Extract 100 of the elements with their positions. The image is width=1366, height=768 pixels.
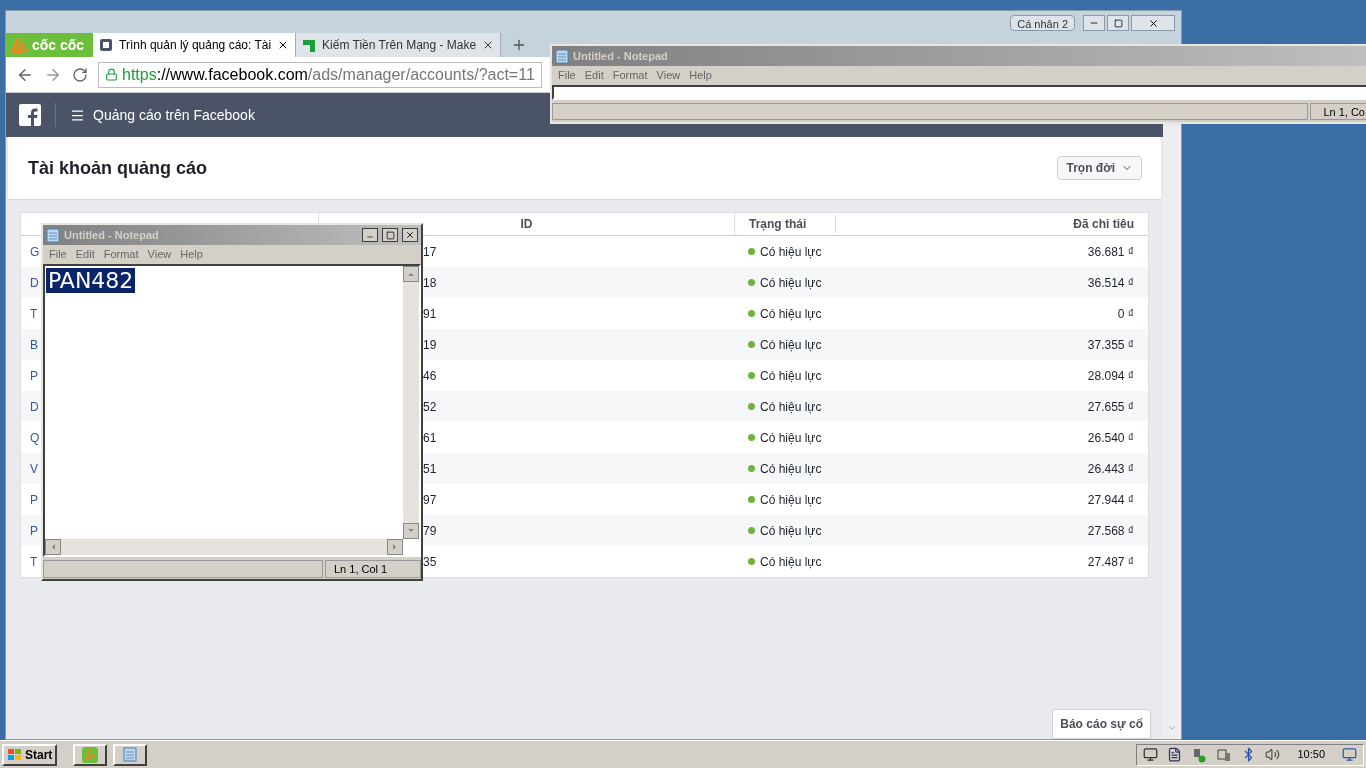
- table-cell: 97: [423, 492, 437, 507]
- column-header[interactable]: Trạng thái: [735, 215, 836, 233]
- lock-icon: [105, 68, 118, 81]
- desktop-icon[interactable]: [1342, 747, 1357, 762]
- account-name[interactable]: P: [30, 523, 38, 538]
- text-area[interactable]: [552, 85, 1366, 100]
- maximize-button[interactable]: [1107, 15, 1129, 31]
- maximize-icon: [385, 230, 395, 240]
- column-header[interactable]: Đã chi tiêu: [836, 215, 1148, 233]
- close-icon: [405, 230, 415, 240]
- windows-flag-icon: [7, 747, 23, 762]
- menu-item[interactable]: Format: [103, 246, 139, 263]
- period-dropdown[interactable]: Trọn đời: [1057, 156, 1142, 180]
- table-cell: 18: [423, 275, 437, 290]
- selected-text: PAN482: [46, 268, 136, 293]
- minimize-button[interactable]: [1083, 15, 1105, 31]
- account-name[interactable]: P: [30, 368, 38, 383]
- table-cell: 28.094 ₫: [1087, 368, 1134, 383]
- table-cell: 51: [423, 461, 437, 476]
- account-name[interactable]: B: [30, 337, 38, 352]
- report-button[interactable]: Báo cáo sự cố: [1052, 709, 1151, 739]
- maximize-button[interactable]: [382, 228, 398, 242]
- reload-icon[interactable]: [72, 66, 88, 83]
- table-cell-text: Có hiệu lực: [760, 243, 822, 261]
- status-text: Ln 1, Col 1: [325, 560, 421, 578]
- account-name[interactable]: P: [30, 492, 38, 507]
- table-cell: 26.540 ₫: [1087, 430, 1134, 445]
- table-cell-text: Có hiệu lực: [760, 553, 822, 571]
- table-cell: 0 ₫: [1117, 306, 1134, 321]
- profile-button[interactable]: Cá nhân 2: [1010, 15, 1075, 31]
- maximize-icon: [1113, 18, 1123, 28]
- facebook-logo-icon[interactable]: [19, 104, 41, 126]
- close-icon: [1147, 17, 1159, 29]
- page-icon: [302, 38, 317, 52]
- minimize-button[interactable]: [362, 228, 378, 242]
- table-cell: 26.443 ₫: [1087, 461, 1134, 476]
- table-cell: 17: [423, 244, 437, 259]
- clock: 10:50: [1296, 747, 1326, 763]
- menu-icon[interactable]: [70, 107, 85, 123]
- table-cell: 27.944 ₫: [1087, 492, 1134, 507]
- account-name[interactable]: T: [30, 554, 38, 569]
- start-button[interactable]: Start: [2, 743, 58, 766]
- table-cell: 27.655 ₫: [1087, 399, 1134, 414]
- menu-item[interactable]: View: [147, 246, 172, 263]
- account-name[interactable]: D: [30, 275, 39, 290]
- table-cell-text: Có hiệu lực: [760, 367, 822, 385]
- taskbar-app-button[interactable]: [73, 743, 108, 766]
- table-cell: 61: [423, 430, 437, 445]
- window-title: Untitled - Notepad: [64, 227, 160, 243]
- account-name[interactable]: V: [30, 461, 38, 476]
- table-cell: 46: [423, 368, 437, 383]
- table-cell: 79: [423, 523, 437, 538]
- table-cell: 27.568 ₫: [1087, 523, 1134, 538]
- window-title: Untitled - Notepad: [573, 48, 668, 64]
- minimize-icon: [366, 233, 374, 241]
- account-name[interactable]: D: [30, 399, 39, 414]
- taskbar-app-button[interactable]: [113, 743, 148, 766]
- menu-item[interactable]: View: [656, 67, 681, 84]
- monitor-icon[interactable]: [1143, 747, 1159, 762]
- page-title: Tài khoản quảng cáo: [28, 156, 208, 180]
- logo-icon: [9, 35, 29, 55]
- menu-item[interactable]: File: [49, 246, 67, 263]
- table-cell: 35: [423, 554, 437, 569]
- table-cell-text: Có hiệu lực: [760, 336, 822, 354]
- table-cell-text: Có hiệu lực: [760, 429, 822, 447]
- account-name[interactable]: G: [30, 244, 40, 259]
- document-icon[interactable]: [1167, 747, 1183, 762]
- table-cell: 37.355 ₫: [1087, 337, 1134, 352]
- volume-icon[interactable]: [1265, 747, 1281, 762]
- app-title: Quảng cáo trên Facebook: [93, 105, 255, 125]
- status-text: Ln 1, Co: [1310, 103, 1366, 120]
- menu-item[interactable]: Format: [612, 67, 648, 84]
- browser-tab[interactable]: Trình quản lý quảng cáo: Tài: [93, 33, 297, 57]
- account-name[interactable]: T: [30, 306, 38, 321]
- account-name[interactable]: Q: [30, 430, 40, 445]
- menu-item[interactable]: File: [558, 67, 576, 84]
- brand-name: cốc cốc: [32, 35, 85, 55]
- menu-item[interactable]: Help: [689, 67, 712, 84]
- table-cell: 36.681 ₫: [1087, 244, 1134, 259]
- table-cell: 27.487 ₫: [1087, 554, 1134, 569]
- table-cell-text: Có hiệu lực: [760, 491, 822, 509]
- tab-title: Kiếm Tiền Trên Mạng - Make: [322, 37, 477, 54]
- page-icon: [99, 38, 113, 52]
- table-cell: 91: [423, 306, 437, 321]
- menu-item[interactable]: Help: [180, 246, 203, 263]
- notepad-icon: [555, 48, 569, 64]
- logo-icon: [82, 746, 99, 763]
- notepad-icon: [46, 227, 60, 243]
- notepad-icon: [123, 747, 138, 762]
- column-header[interactable]: ID: [520, 215, 533, 233]
- menu-item[interactable]: Edit: [584, 67, 604, 84]
- table-cell-text: Có hiệu lực: [760, 522, 822, 540]
- table-cell-text: Có hiệu lực: [760, 305, 822, 323]
- menu-item[interactable]: Edit: [75, 246, 95, 263]
- browser-tab[interactable]: Kiếm Tiền Trên Mạng - Make: [296, 33, 502, 57]
- text-area[interactable]: PAN482: [43, 264, 421, 557]
- address-field[interactable]: https://www.facebook.com/ads/manager/accounts/?act=11: [98, 61, 542, 88]
- close-button[interactable]: [402, 228, 418, 242]
- scrollbar[interactable]: [1163, 126, 1181, 739]
- table-cell: 19: [423, 337, 437, 352]
